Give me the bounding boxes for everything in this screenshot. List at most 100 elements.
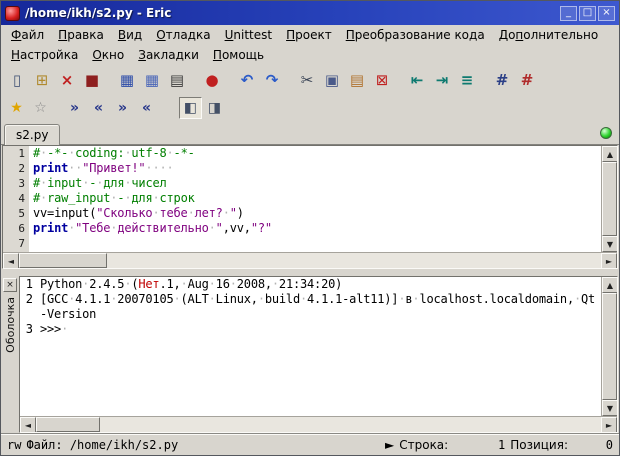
menu-window[interactable]: Окно — [85, 47, 131, 63]
toolbar-separator — [53, 95, 62, 121]
editor-hscrollbar — [3, 252, 617, 268]
close-all-button[interactable]: ● — [200, 68, 224, 92]
next-task-button[interactable]: » — [111, 97, 134, 119]
scroll-down-icon[interactable] — [602, 236, 617, 252]
statusbar-right: Строка: 1 Позиция: 0 — [385, 438, 613, 452]
editor-panel: 1#·-*-·coding:·utf-8·-*-2print··"Привет!… — [2, 145, 618, 269]
shell-vscroll-thumb[interactable] — [602, 293, 617, 400]
shell-output: 1Python·2.4.5·(Нет.1,·Aug·16·2008,·21:34… — [20, 277, 601, 416]
scroll-up-icon[interactable] — [602, 277, 617, 293]
code-line: 7 — [3, 236, 601, 251]
code-line: 2[GCC·4.1.1·20070105·(ALT·Linux,·build·4… — [20, 292, 601, 307]
clear-bookmarks-button[interactable]: ☆ — [29, 97, 52, 119]
close-shell-button[interactable]: × — [3, 278, 17, 292]
status-line-label: Строка: — [399, 438, 448, 452]
scroll-up-icon[interactable] — [602, 146, 617, 162]
menu-settings[interactable]: Настройка — [4, 47, 85, 63]
minimize-button[interactable]: _ — [560, 6, 577, 21]
statusbar: rw Файл: /home/ikh/s2.py Строка: 1 Позиц… — [1, 433, 619, 455]
previous-task-icon: « — [142, 101, 151, 115]
tab-s2py[interactable]: s2.py — [4, 124, 60, 145]
indent-button[interactable]: ⇥ — [430, 68, 454, 92]
toolbar-separator — [159, 95, 168, 121]
editor-code: 1#·-*-·coding:·utf-8·-*-2print··"Привет!… — [3, 146, 601, 252]
previous-task-button[interactable]: « — [135, 97, 158, 119]
delete-icon: ⊠ — [376, 73, 389, 88]
delete-button[interactable]: ⊠ — [370, 68, 394, 92]
menu-debug[interactable]: Отладка — [149, 27, 217, 43]
editor-hscroll-track[interactable] — [19, 253, 601, 268]
code-line: 5vv=input("Сколько·тебе·лет?·") — [3, 206, 601, 221]
scroll-left-icon[interactable] — [20, 417, 36, 433]
next-bookmark-icon: » — [70, 101, 79, 115]
tab-label: s2.py — [16, 128, 48, 142]
editor-vscroll-track[interactable] — [602, 162, 617, 236]
shell-side-strip: × Оболочка — [1, 276, 19, 433]
menu-refactoring[interactable]: Преобразование кода — [339, 27, 492, 43]
toolbar-separator — [285, 65, 294, 95]
close-all-icon: ● — [205, 73, 218, 88]
scroll-left-icon[interactable] — [3, 253, 19, 269]
menu-project[interactable]: Проект — [279, 27, 339, 43]
new-file-button[interactable]: ▯ — [5, 68, 29, 92]
scroll-down-icon[interactable] — [602, 400, 617, 416]
menu-extras[interactable]: Дополнительно — [492, 27, 606, 43]
open-file-button[interactable]: ⊞ — [30, 68, 54, 92]
debug-profile-button[interactable]: ◨ — [203, 97, 226, 119]
shell-surface[interactable]: 1Python·2.4.5·(Нет.1,·Aug·16·2008,·21:34… — [20, 277, 617, 416]
edit-profile-icon: ◧ — [184, 101, 197, 115]
comment-button[interactable]: # — [490, 68, 514, 92]
line-number: 2 — [3, 161, 29, 176]
splitter-handle[interactable] — [1, 269, 619, 276]
copy-button[interactable]: ▣ — [320, 68, 344, 92]
toggle-bookmark-button[interactable]: ★ — [5, 97, 28, 119]
menu-file[interactable]: Файл — [4, 27, 51, 43]
line-number: 5 — [3, 206, 29, 221]
paste-button[interactable]: ▤ — [345, 68, 369, 92]
edit-profile-button[interactable]: ◧ — [179, 97, 202, 119]
editor-vscrollbar — [601, 146, 617, 252]
cut-button[interactable]: ✂ — [295, 68, 319, 92]
scroll-right-icon[interactable] — [601, 417, 617, 433]
editor-vscroll-thumb[interactable] — [602, 162, 617, 236]
close-file-button[interactable]: × — [55, 68, 79, 92]
undo-icon: ↶ — [241, 73, 254, 88]
menu-edit[interactable]: Правка — [51, 27, 111, 43]
toolbar-bookmarks: ★☆ » « » « ◧ ◨ — [1, 95, 619, 121]
menu-view[interactable]: Вид — [111, 27, 149, 43]
undo-button[interactable]: ↶ — [235, 68, 259, 92]
cut-icon: ✂ — [301, 73, 314, 88]
menu-help[interactable]: Помощь — [206, 47, 271, 63]
toolbar-separator — [395, 65, 404, 95]
redo-button[interactable]: ↷ — [260, 68, 284, 92]
menu-unittest[interactable]: Unittest — [218, 27, 280, 43]
status-line-value: 1 — [453, 438, 505, 452]
uncomment-button[interactable]: # — [515, 68, 539, 92]
previous-bookmark-button[interactable]: « — [87, 97, 110, 119]
quit-button[interactable]: ■ — [80, 68, 104, 92]
status-pos-label: Позиция: — [510, 438, 568, 452]
unindent-button[interactable]: ⇤ — [405, 68, 429, 92]
eric-app-icon — [5, 6, 20, 21]
editor-hscroll-thumb[interactable] — [19, 253, 107, 268]
previous-bookmark-icon: « — [94, 101, 103, 115]
save-file-as-button[interactable]: ▦ — [140, 68, 164, 92]
status-file: Файл: /home/ikh/s2.py — [26, 438, 178, 452]
next-bookmark-button[interactable]: » — [63, 97, 86, 119]
eric-window: /home/ikh/s2.py - Eric _□× ФайлПравкаВид… — [0, 0, 620, 456]
toolbar-separator — [105, 65, 114, 95]
menu-bookmarks[interactable]: Закладки — [131, 47, 206, 63]
paste-icon: ▤ — [350, 73, 364, 88]
close-button[interactable]: × — [598, 6, 615, 21]
print-file-button[interactable]: ▤ — [165, 68, 189, 92]
shell-vscroll-track[interactable] — [602, 293, 617, 400]
scroll-right-icon[interactable] — [601, 253, 617, 269]
editor-surface[interactable]: 1#·-*-·coding:·utf-8·-*-2print··"Привет!… — [3, 146, 617, 252]
shell-hscroll-track[interactable] — [36, 417, 601, 432]
shell-tab[interactable]: Оболочка — [4, 297, 17, 353]
maximize-button[interactable]: □ — [579, 6, 596, 21]
shell-hscroll-thumb[interactable] — [36, 417, 100, 432]
save-file-button[interactable]: ▦ — [115, 68, 139, 92]
smart-indent-icon: ≡ — [461, 73, 474, 88]
smart-indent-button[interactable]: ≡ — [455, 68, 479, 92]
